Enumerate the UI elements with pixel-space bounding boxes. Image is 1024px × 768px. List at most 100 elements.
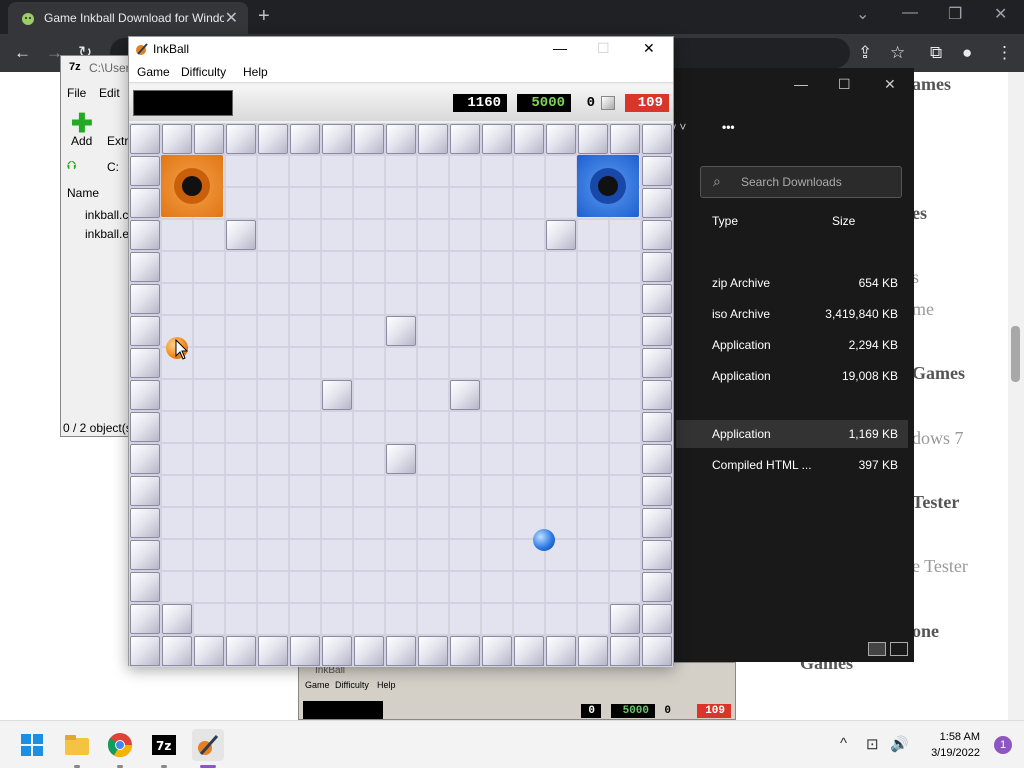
7zip-taskbar-icon[interactable]: 7z: [148, 729, 180, 761]
board-cell: [481, 475, 513, 507]
restore-icon[interactable]: ❐: [948, 4, 962, 24]
wall-block: [642, 252, 672, 282]
inkball2-menu-game[interactable]: Game: [305, 680, 330, 690]
column-size[interactable]: Size: [832, 214, 855, 228]
bookmark-star-icon[interactable]: ☆: [890, 43, 905, 63]
notification-badge[interactable]: 1: [994, 736, 1012, 754]
inkball-titlebar[interactable]: InkBall — ☐ ✕: [129, 37, 673, 61]
close-icon[interactable]: ✕: [994, 4, 1007, 24]
file-row[interactable]: Application 19,008 KB: [676, 362, 908, 390]
menu-edit[interactable]: Edit: [99, 86, 120, 100]
board-cell: [193, 283, 225, 315]
board-cell: [609, 347, 641, 379]
inkball-window: InkBall — ☐ ✕ Game Difficulty Help 1160 …: [128, 36, 674, 667]
board-cell: [545, 475, 577, 507]
path-field[interactable]: C:: [107, 160, 119, 174]
board-cell: [577, 219, 609, 251]
tab-inkball-download[interactable]: Game Inkball Download for Windows ✕: [8, 2, 248, 34]
clock[interactable]: 1:58 AM 3/19/2022: [931, 729, 980, 761]
volume-icon[interactable]: 🔊: [890, 735, 909, 753]
board-cell: [385, 507, 417, 539]
page-scrollbar[interactable]: [1008, 72, 1024, 720]
wall-block: [610, 604, 640, 634]
board-cell: [577, 571, 609, 603]
tab-title: Game Inkball Download for Windows: [44, 11, 224, 25]
page-text-fragment: Games: [912, 363, 965, 383]
inkball2-menu-difficulty[interactable]: Difficulty: [335, 680, 369, 690]
block-indicator-icon: [601, 96, 615, 110]
wall-block: [642, 604, 672, 634]
board-cell: [513, 251, 545, 283]
wall-block: [130, 380, 160, 410]
file-item[interactable]: inkball.e: [85, 227, 129, 241]
up-folder-icon[interactable]: ⮉: [67, 158, 76, 173]
menu-game[interactable]: Game: [137, 65, 170, 79]
details-view-icon[interactable]: [868, 642, 886, 656]
new-tab-button[interactable]: +: [258, 5, 270, 28]
inkball-minimize-icon[interactable]: —: [553, 40, 567, 56]
file-row-selected[interactable]: Application 1,169 KB: [676, 420, 908, 448]
network-icon[interactable]: ⊡: [866, 735, 879, 753]
wall-block: [418, 636, 448, 666]
explorer-close-icon[interactable]: ✕: [884, 76, 896, 93]
extensions-icon[interactable]: ⧉: [930, 43, 942, 63]
inkball2-menu-help[interactable]: Help: [377, 680, 396, 690]
inkball2-bonus: 5000: [611, 704, 655, 718]
board-cell: [289, 347, 321, 379]
score-display: 1160: [453, 94, 507, 112]
board-cell: [609, 251, 641, 283]
board-cell: [321, 571, 353, 603]
wall-block: [642, 156, 672, 186]
file-row[interactable]: zip Archive 654 KB: [676, 269, 908, 297]
minimize-icon[interactable]: —: [902, 4, 918, 22]
share-icon[interactable]: ⇪: [858, 43, 872, 63]
explorer-minimize-icon[interactable]: —: [794, 76, 808, 92]
board-cell: [449, 219, 481, 251]
board-cell: [545, 283, 577, 315]
search-downloads-input[interactable]: ⌕ Search Downloads: [700, 166, 902, 198]
board-cell: [257, 315, 289, 347]
inkball-taskbar-icon[interactable]: [192, 729, 224, 761]
back-icon[interactable]: ←: [14, 43, 31, 63]
file-row[interactable]: Compiled HTML ... 397 KB: [676, 451, 908, 479]
menu-file[interactable]: File: [67, 86, 86, 100]
board-cell: [385, 539, 417, 571]
tray-overflow-icon[interactable]: ^: [840, 735, 847, 752]
board-cell: [193, 347, 225, 379]
name-column[interactable]: Name: [67, 186, 99, 200]
game-board[interactable]: [129, 123, 673, 667]
menu-icon[interactable]: ⋮: [996, 43, 1013, 63]
tab-search-icon[interactable]: ⌄: [856, 4, 869, 24]
wall-block: [642, 412, 672, 442]
board-cell: [193, 475, 225, 507]
wall-block: [642, 124, 672, 154]
windows-start-icon[interactable]: [16, 729, 48, 761]
column-type[interactable]: Type: [712, 214, 738, 228]
explorer-maximize-icon[interactable]: ☐: [838, 76, 851, 93]
wall-block: [226, 636, 256, 666]
menu-help[interactable]: Help: [243, 65, 268, 79]
board-cell: [417, 507, 449, 539]
board-cell: [577, 283, 609, 315]
board-cell: [289, 603, 321, 635]
board-cell: [225, 411, 257, 443]
tab-close-icon[interactable]: ✕: [225, 8, 238, 28]
inkball-title: InkBall: [153, 42, 190, 56]
board-cell: [545, 187, 577, 219]
board-cell: [161, 539, 193, 571]
add-button-label[interactable]: Add: [71, 134, 92, 148]
profile-icon[interactable]: ●: [962, 43, 972, 63]
board-cell: [353, 347, 385, 379]
file-explorer-icon[interactable]: [61, 729, 93, 761]
page-scroll-thumb[interactable]: [1011, 326, 1020, 382]
file-row[interactable]: iso Archive 3,419,840 KB: [676, 300, 908, 328]
inkball-close-icon[interactable]: ✕: [643, 40, 655, 57]
board-cell: [513, 219, 545, 251]
file-item[interactable]: inkball.c: [85, 208, 128, 222]
file-row[interactable]: Application 2,294 KB: [676, 331, 908, 359]
chrome-icon[interactable]: [104, 729, 136, 761]
menu-difficulty[interactable]: Difficulty: [181, 65, 226, 79]
board-cell: [385, 379, 417, 411]
more-options-icon[interactable]: •••: [722, 120, 735, 134]
thumbnail-view-icon[interactable]: [890, 642, 908, 656]
